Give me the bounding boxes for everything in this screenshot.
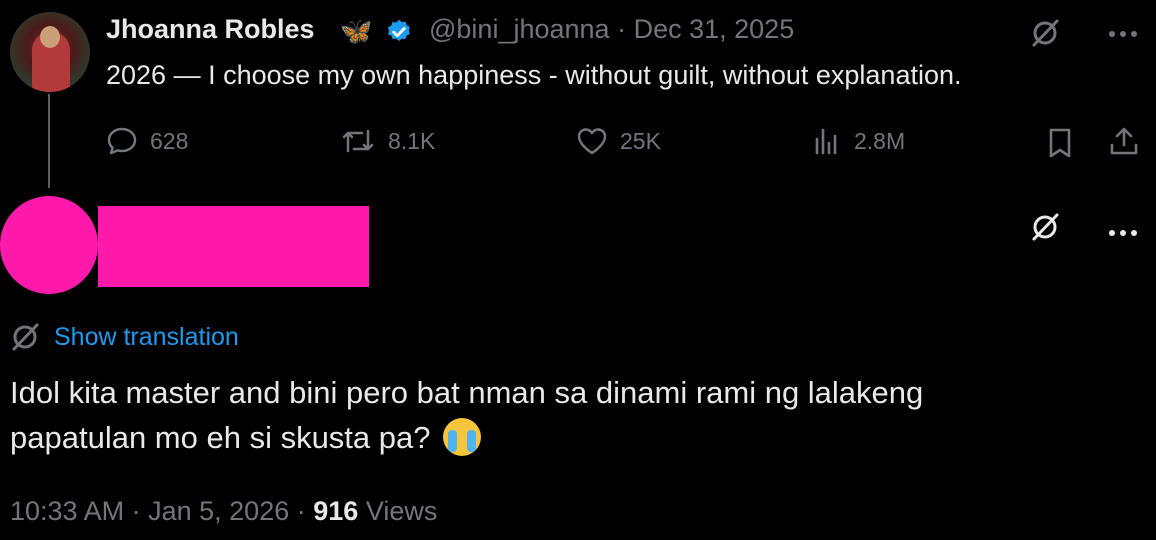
reply-icon bbox=[107, 127, 137, 155]
crying-emoji bbox=[443, 418, 482, 456]
retweet-icon bbox=[342, 129, 374, 153]
reply-avatar-redacted[interactable] bbox=[0, 196, 98, 294]
like-icon bbox=[577, 128, 607, 155]
name-emoji: 🦋 bbox=[340, 16, 373, 46]
more-icon[interactable] bbox=[1108, 224, 1138, 242]
reply-date[interactable]: Jan 5, 2026 bbox=[148, 496, 289, 526]
bookmark-icon[interactable] bbox=[1046, 127, 1074, 164]
reply-metadata: 10:33 AM · Jan 5, 2026 · 916 Views bbox=[10, 496, 437, 527]
author-name[interactable]: Jhoanna Robles bbox=[106, 14, 315, 45]
grok-icon[interactable] bbox=[1030, 212, 1060, 247]
avatar-head bbox=[40, 26, 60, 48]
reply-time[interactable]: 10:33 AM bbox=[10, 496, 124, 526]
reply-count: 628 bbox=[150, 127, 189, 154]
separator-dot: · bbox=[617, 14, 627, 44]
like-button[interactable]: 25K bbox=[576, 126, 661, 156]
like-count: 25K bbox=[620, 127, 661, 154]
retweet-count: 8.1K bbox=[388, 127, 436, 154]
author-handle-date[interactable]: @bini_jhoanna · Dec 31, 2025 bbox=[429, 14, 794, 45]
author-handle[interactable]: @bini_jhoanna bbox=[429, 14, 610, 44]
grok-icon[interactable] bbox=[1030, 18, 1060, 48]
show-translation[interactable]: Show translation bbox=[10, 322, 239, 352]
reply-views-label: Views bbox=[365, 496, 438, 526]
reply-views-count: 916 bbox=[313, 496, 359, 526]
more-icon[interactable] bbox=[1108, 30, 1138, 38]
views-button[interactable]: 2.8M bbox=[812, 126, 905, 156]
author-avatar[interactable] bbox=[10, 12, 90, 92]
share-icon[interactable] bbox=[1108, 125, 1140, 162]
show-translation-link[interactable]: Show translation bbox=[54, 323, 239, 352]
tweet-text: 2026 — I choose my own happiness - witho… bbox=[106, 60, 962, 90]
meta-dot-1: · bbox=[131, 496, 141, 526]
reply-text-line-1: Idol kita master and bini pero bat nman … bbox=[10, 375, 924, 410]
verified-badge-icon bbox=[385, 18, 413, 46]
reply-text-line-2-text: papatulan mo eh si skusta pa? bbox=[10, 420, 431, 455]
tweet-date[interactable]: Dec 31, 2025 bbox=[634, 14, 795, 44]
reply-author-redacted bbox=[98, 206, 369, 287]
views-count: 2.8M bbox=[854, 127, 906, 154]
reply-text-line-2: papatulan mo eh si skusta pa? bbox=[10, 415, 1110, 460]
reply-button[interactable]: 628 bbox=[106, 126, 188, 156]
retweet-button[interactable]: 8.1K bbox=[340, 126, 435, 156]
thread-connector-line bbox=[48, 94, 50, 188]
translate-icon bbox=[12, 323, 39, 351]
views-icon bbox=[815, 128, 837, 155]
meta-dot-2: · bbox=[296, 496, 306, 526]
reply-text: Idol kita master and bini pero bat nman … bbox=[10, 370, 1110, 460]
